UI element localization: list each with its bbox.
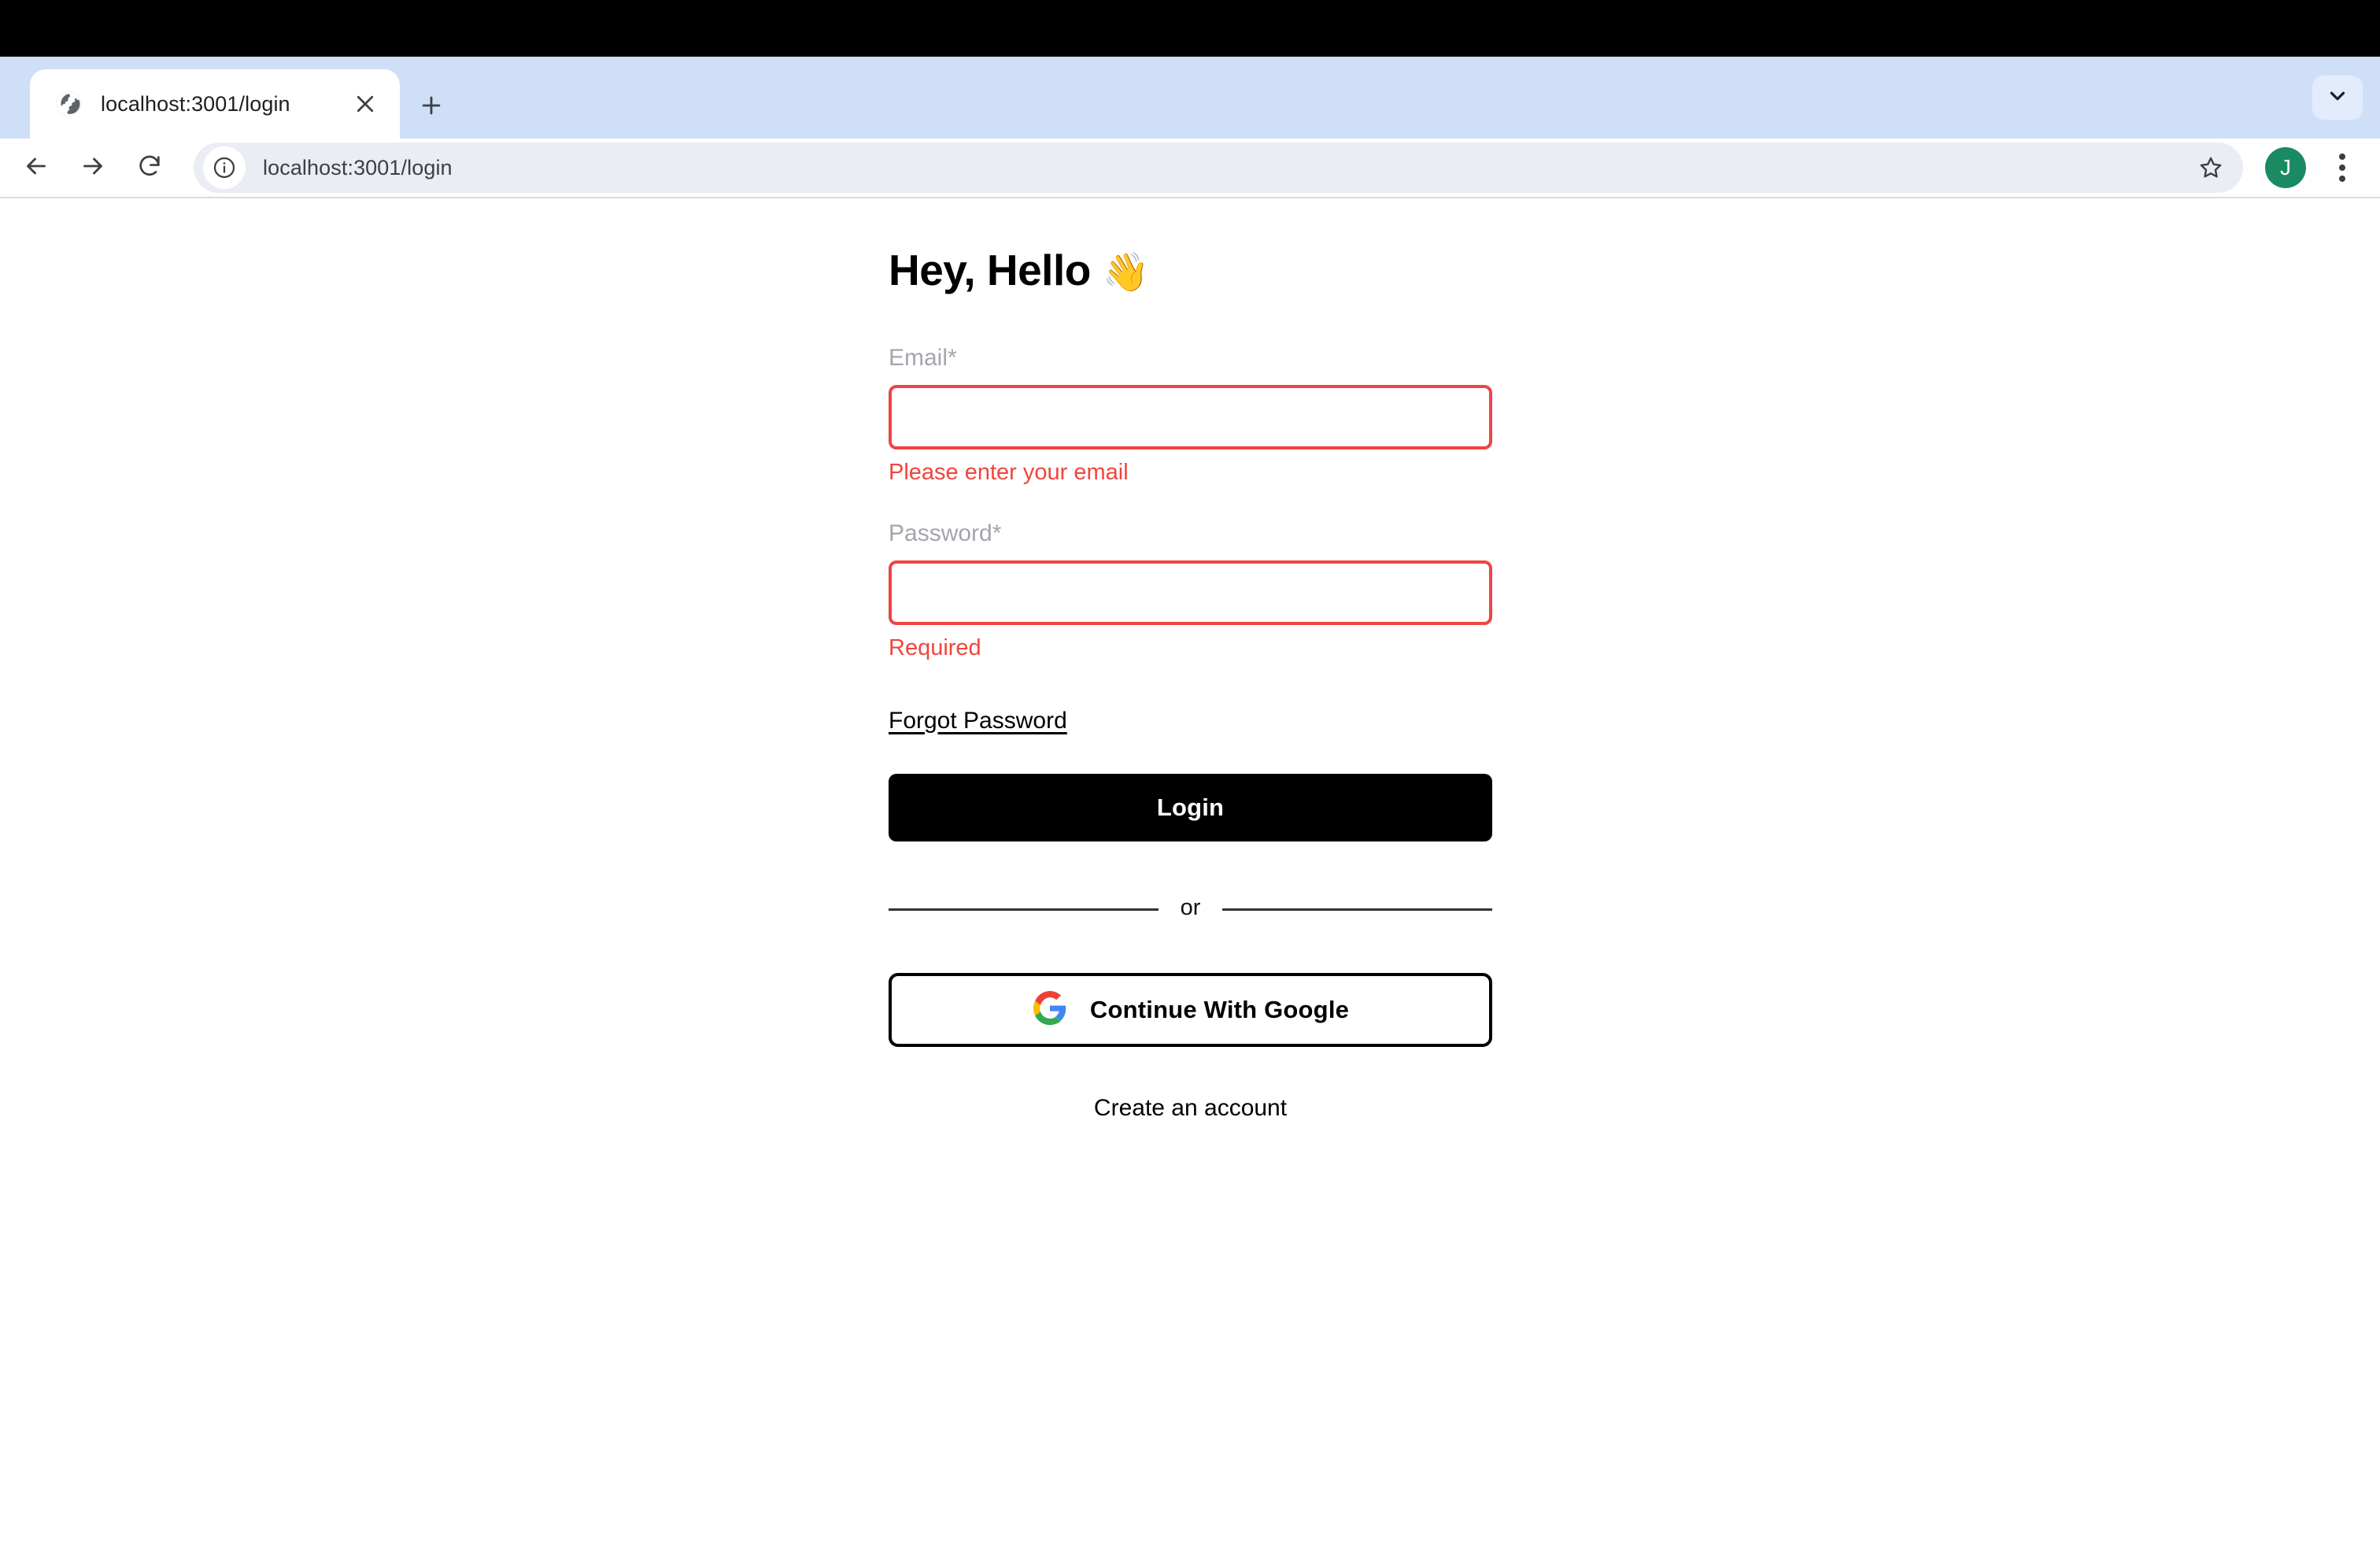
waving-hand-icon: 👋 — [1102, 252, 1150, 294]
google-g-icon — [1032, 990, 1068, 1029]
login-form: Hey, Hello 👋 Email* Please enter your em… — [889, 246, 1493, 1123]
chevron-down-icon — [2326, 84, 2349, 112]
reload-icon — [136, 153, 163, 183]
arrow-left-icon — [22, 152, 50, 184]
password-input[interactable] — [889, 560, 1492, 626]
browser-window: localhost:3001/login localhost:3001/logi… — [0, 0, 2380, 1546]
avatar[interactable]: J — [2265, 147, 2306, 188]
kebab-menu-icon[interactable] — [2320, 144, 2364, 191]
create-account-link[interactable]: Create an account — [889, 1094, 1492, 1123]
reload-button[interactable] — [121, 139, 178, 196]
star-icon[interactable] — [2190, 146, 2232, 189]
address-bar-url: localhost:3001/login — [263, 155, 453, 179]
address-bar[interactable]: localhost:3001/login — [194, 142, 2243, 193]
forgot-password-link[interactable]: Forgot Password — [889, 708, 1067, 734]
new-tab-button[interactable] — [409, 83, 453, 128]
login-button[interactable]: Login — [889, 773, 1492, 841]
forward-button[interactable] — [65, 139, 121, 196]
close-icon[interactable] — [345, 83, 386, 124]
email-label: Email* — [889, 345, 957, 372]
continue-with-google-button[interactable]: Continue With Google — [889, 972, 1492, 1047]
page-title-text: Hey, Hello — [889, 246, 1091, 294]
google-button-label: Continue With Google — [1089, 995, 1350, 1023]
page-viewport: Hey, Hello 👋 Email* Please enter your em… — [0, 198, 2380, 1546]
arrow-right-icon — [79, 152, 107, 184]
info-circle-icon[interactable] — [203, 146, 246, 189]
email-input[interactable] — [889, 385, 1492, 450]
browser-tab[interactable]: localhost:3001/login — [30, 69, 400, 139]
password-label: Password* — [889, 520, 1002, 547]
divider: or — [889, 894, 1493, 921]
window-titlebar — [0, 0, 2380, 57]
email-field-group: Email* Please enter your email — [889, 344, 1492, 486]
divider-line-right — [1222, 908, 1493, 911]
back-button[interactable] — [8, 139, 65, 196]
tab-search-button[interactable] — [2312, 76, 2363, 120]
divider-label: or — [1180, 894, 1201, 920]
divider-line-left — [889, 908, 1159, 911]
password-error-message: Required — [889, 635, 981, 661]
tab-strip: localhost:3001/login — [0, 57, 2380, 139]
globe-icon — [55, 91, 82, 117]
password-field-group: Password* Required — [889, 520, 1492, 662]
tab-title: localhost:3001/login — [101, 91, 290, 116]
email-error-message: Please enter your email — [889, 460, 1129, 486]
page-title: Hey, Hello 👋 — [889, 246, 1492, 295]
browser-toolbar: localhost:3001/login J — [0, 139, 2380, 198]
